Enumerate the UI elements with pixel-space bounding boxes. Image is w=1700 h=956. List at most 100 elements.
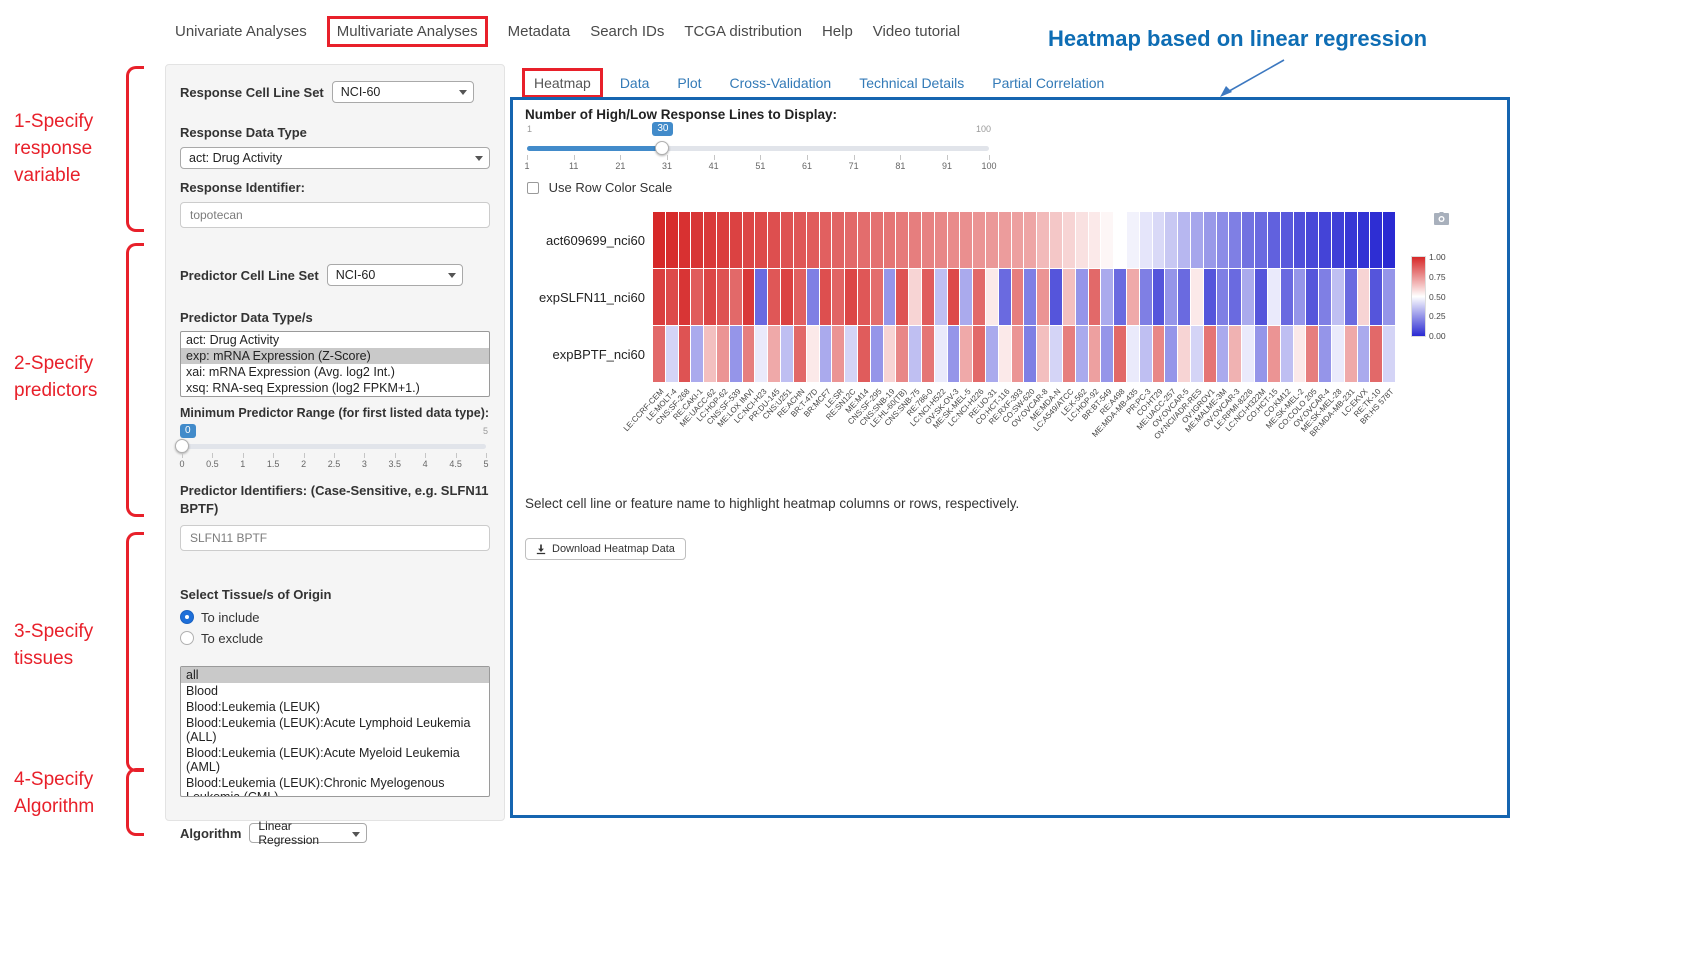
tab-cross-validation[interactable]: Cross-Validation — [719, 69, 843, 97]
heatmap-cell[interactable] — [755, 269, 767, 325]
heatmap-cell[interactable] — [896, 212, 908, 268]
heatmap-cell[interactable] — [999, 326, 1011, 382]
heatmap-cell[interactable] — [1140, 269, 1152, 325]
listbox-option-blood-leukemia-leuk[interactable]: Blood:Leukemia (LEUK) — [181, 699, 489, 715]
nav-item-tcga-distribution[interactable]: TCGA distribution — [684, 23, 802, 40]
heatmap-cell[interactable] — [1191, 269, 1203, 325]
predictor-data-types-listbox[interactable]: act: Drug Activityexp: mRNA Expression (… — [180, 331, 490, 397]
heatmap-cell[interactable] — [1255, 212, 1267, 268]
heatmap-cell[interactable] — [755, 212, 767, 268]
heatmap-cell[interactable] — [884, 212, 896, 268]
heatmap-cell[interactable] — [1383, 326, 1395, 382]
heatmap-cell[interactable] — [935, 326, 947, 382]
heatmap-cell[interactable] — [1229, 212, 1241, 268]
heatmap-cell[interactable] — [986, 212, 998, 268]
download-heatmap-data-button[interactable]: Download Heatmap Data — [525, 538, 686, 560]
heatmap-cell[interactable] — [871, 269, 883, 325]
heatmap-cell[interactable] — [1089, 326, 1101, 382]
heatmap-cell[interactable] — [743, 269, 755, 325]
heatmap-cell[interactable] — [935, 269, 947, 325]
heatmap-cell[interactable] — [1127, 326, 1139, 382]
heatmap-cell[interactable] — [717, 326, 729, 382]
heatmap-cell[interactable] — [1319, 326, 1331, 382]
listbox-option-act-drug-activity[interactable]: act: Drug Activity — [181, 332, 489, 348]
heatmap-cell[interactable] — [1332, 269, 1344, 325]
heatmap-cell[interactable] — [973, 212, 985, 268]
heatmap-cell[interactable] — [1076, 269, 1088, 325]
heatmap-cell[interactable] — [999, 212, 1011, 268]
radio-to-include[interactable] — [180, 610, 194, 624]
heatmap-cell[interactable] — [1319, 269, 1331, 325]
heatmap-cell[interactable] — [653, 269, 665, 325]
heatmap-cell[interactable] — [1063, 269, 1075, 325]
heatmap-cell[interactable] — [1345, 212, 1357, 268]
heatmap-cell[interactable] — [1383, 269, 1395, 325]
nav-item-search-ids[interactable]: Search IDs — [590, 23, 664, 40]
heatmap-cell[interactable] — [1024, 326, 1036, 382]
nav-item-univariate-analyses[interactable]: Univariate Analyses — [175, 23, 307, 40]
heatmap-cell[interactable] — [717, 269, 729, 325]
heatmap-cell[interactable] — [948, 326, 960, 382]
heatmap-cell[interactable] — [1024, 212, 1036, 268]
heatmap-cell[interactable] — [884, 269, 896, 325]
heatmap-cell[interactable] — [871, 212, 883, 268]
camera-icon[interactable] — [1433, 212, 1450, 226]
heatmap-cell[interactable] — [1281, 326, 1293, 382]
heatmap-cell[interactable] — [730, 269, 742, 325]
listbox-option-xsq-rna-seq-expression-log2-fpkm-1[interactable]: xsq: RNA-seq Expression (log2 FPKM+1.) — [181, 380, 489, 396]
heatmap-cell[interactable] — [1242, 269, 1254, 325]
heatmap-cell[interactable] — [1037, 326, 1049, 382]
heatmap-cell[interactable] — [1012, 326, 1024, 382]
heatmap-row-label-expbptf-nci60[interactable]: expBPTF_nci60 — [515, 347, 645, 362]
listbox-option-all[interactable]: all — [181, 667, 489, 683]
heatmap-cell[interactable] — [845, 269, 857, 325]
heatmap-cell[interactable] — [896, 326, 908, 382]
listbox-option-blood[interactable]: Blood — [181, 683, 489, 699]
heatmap-row-label-expslfn11-nci60[interactable]: expSLFN11_nci60 — [515, 290, 645, 305]
heatmap-cell[interactable] — [1242, 212, 1254, 268]
heatmap-cell[interactable] — [1165, 212, 1177, 268]
listbox-option-exp-mrna-expression-z-score[interactable]: exp: mRNA Expression (Z-Score) — [181, 348, 489, 364]
heatmap-cell[interactable] — [1101, 212, 1113, 268]
response-cell-line-set-select[interactable]: NCI-60 — [332, 81, 474, 103]
row-color-scale-checkbox[interactable] — [527, 182, 539, 194]
heatmap-cell[interactable] — [832, 326, 844, 382]
heatmap-cell[interactable] — [717, 212, 729, 268]
heatmap-cell[interactable] — [1268, 212, 1280, 268]
nav-item-help[interactable]: Help — [822, 23, 853, 40]
heatmap-cell[interactable] — [1114, 269, 1126, 325]
heatmap-cell[interactable] — [1217, 212, 1229, 268]
heatmap-cell[interactable] — [935, 212, 947, 268]
heatmap-cell[interactable] — [858, 269, 870, 325]
listbox-option-blood-leukemia-leuk-acute-lymphoid-leukemia-all[interactable]: Blood:Leukemia (LEUK):Acute Lymphoid Leu… — [181, 715, 489, 745]
heatmap-cell[interactable] — [871, 326, 883, 382]
heatmap-cell[interactable] — [1332, 212, 1344, 268]
response-data-type-select[interactable]: act: Drug Activity — [180, 147, 490, 169]
tab-technical-details[interactable]: Technical Details — [848, 69, 975, 97]
heatmap-cell[interactable] — [1268, 326, 1280, 382]
heatmap-cell[interactable] — [1101, 269, 1113, 325]
heatmap-cell[interactable] — [1294, 269, 1306, 325]
heatmap-cell[interactable] — [1191, 326, 1203, 382]
response-identifier-input[interactable]: topotecan — [180, 202, 490, 228]
heatmap-cell[interactable] — [704, 269, 716, 325]
heatmap-cell[interactable] — [922, 212, 934, 268]
slider-track[interactable] — [182, 444, 486, 449]
heatmap-cell[interactable] — [1306, 269, 1318, 325]
heatmap-cell[interactable] — [1114, 212, 1126, 268]
heatmap-cell[interactable] — [666, 212, 678, 268]
predictor-identifiers-input[interactable]: SLFN11 BPTF — [180, 525, 490, 551]
heatmap-cell[interactable] — [884, 326, 896, 382]
heatmap-cell[interactable] — [1306, 212, 1318, 268]
heatmap-cell[interactable] — [768, 269, 780, 325]
heatmap-cell[interactable] — [1127, 212, 1139, 268]
heatmap-cell[interactable] — [1153, 269, 1165, 325]
heatmap-row-label-act609699-nci60[interactable]: act609699_nci60 — [515, 233, 645, 248]
heatmap-cell[interactable] — [768, 212, 780, 268]
heatmap-cell[interactable] — [781, 326, 793, 382]
heatmap-cell[interactable] — [1153, 212, 1165, 268]
heatmap-cell[interactable] — [1294, 212, 1306, 268]
heatmap-cell[interactable] — [679, 269, 691, 325]
heatmap-cell[interactable] — [691, 326, 703, 382]
tab-partial-correlation[interactable]: Partial Correlation — [981, 69, 1115, 97]
